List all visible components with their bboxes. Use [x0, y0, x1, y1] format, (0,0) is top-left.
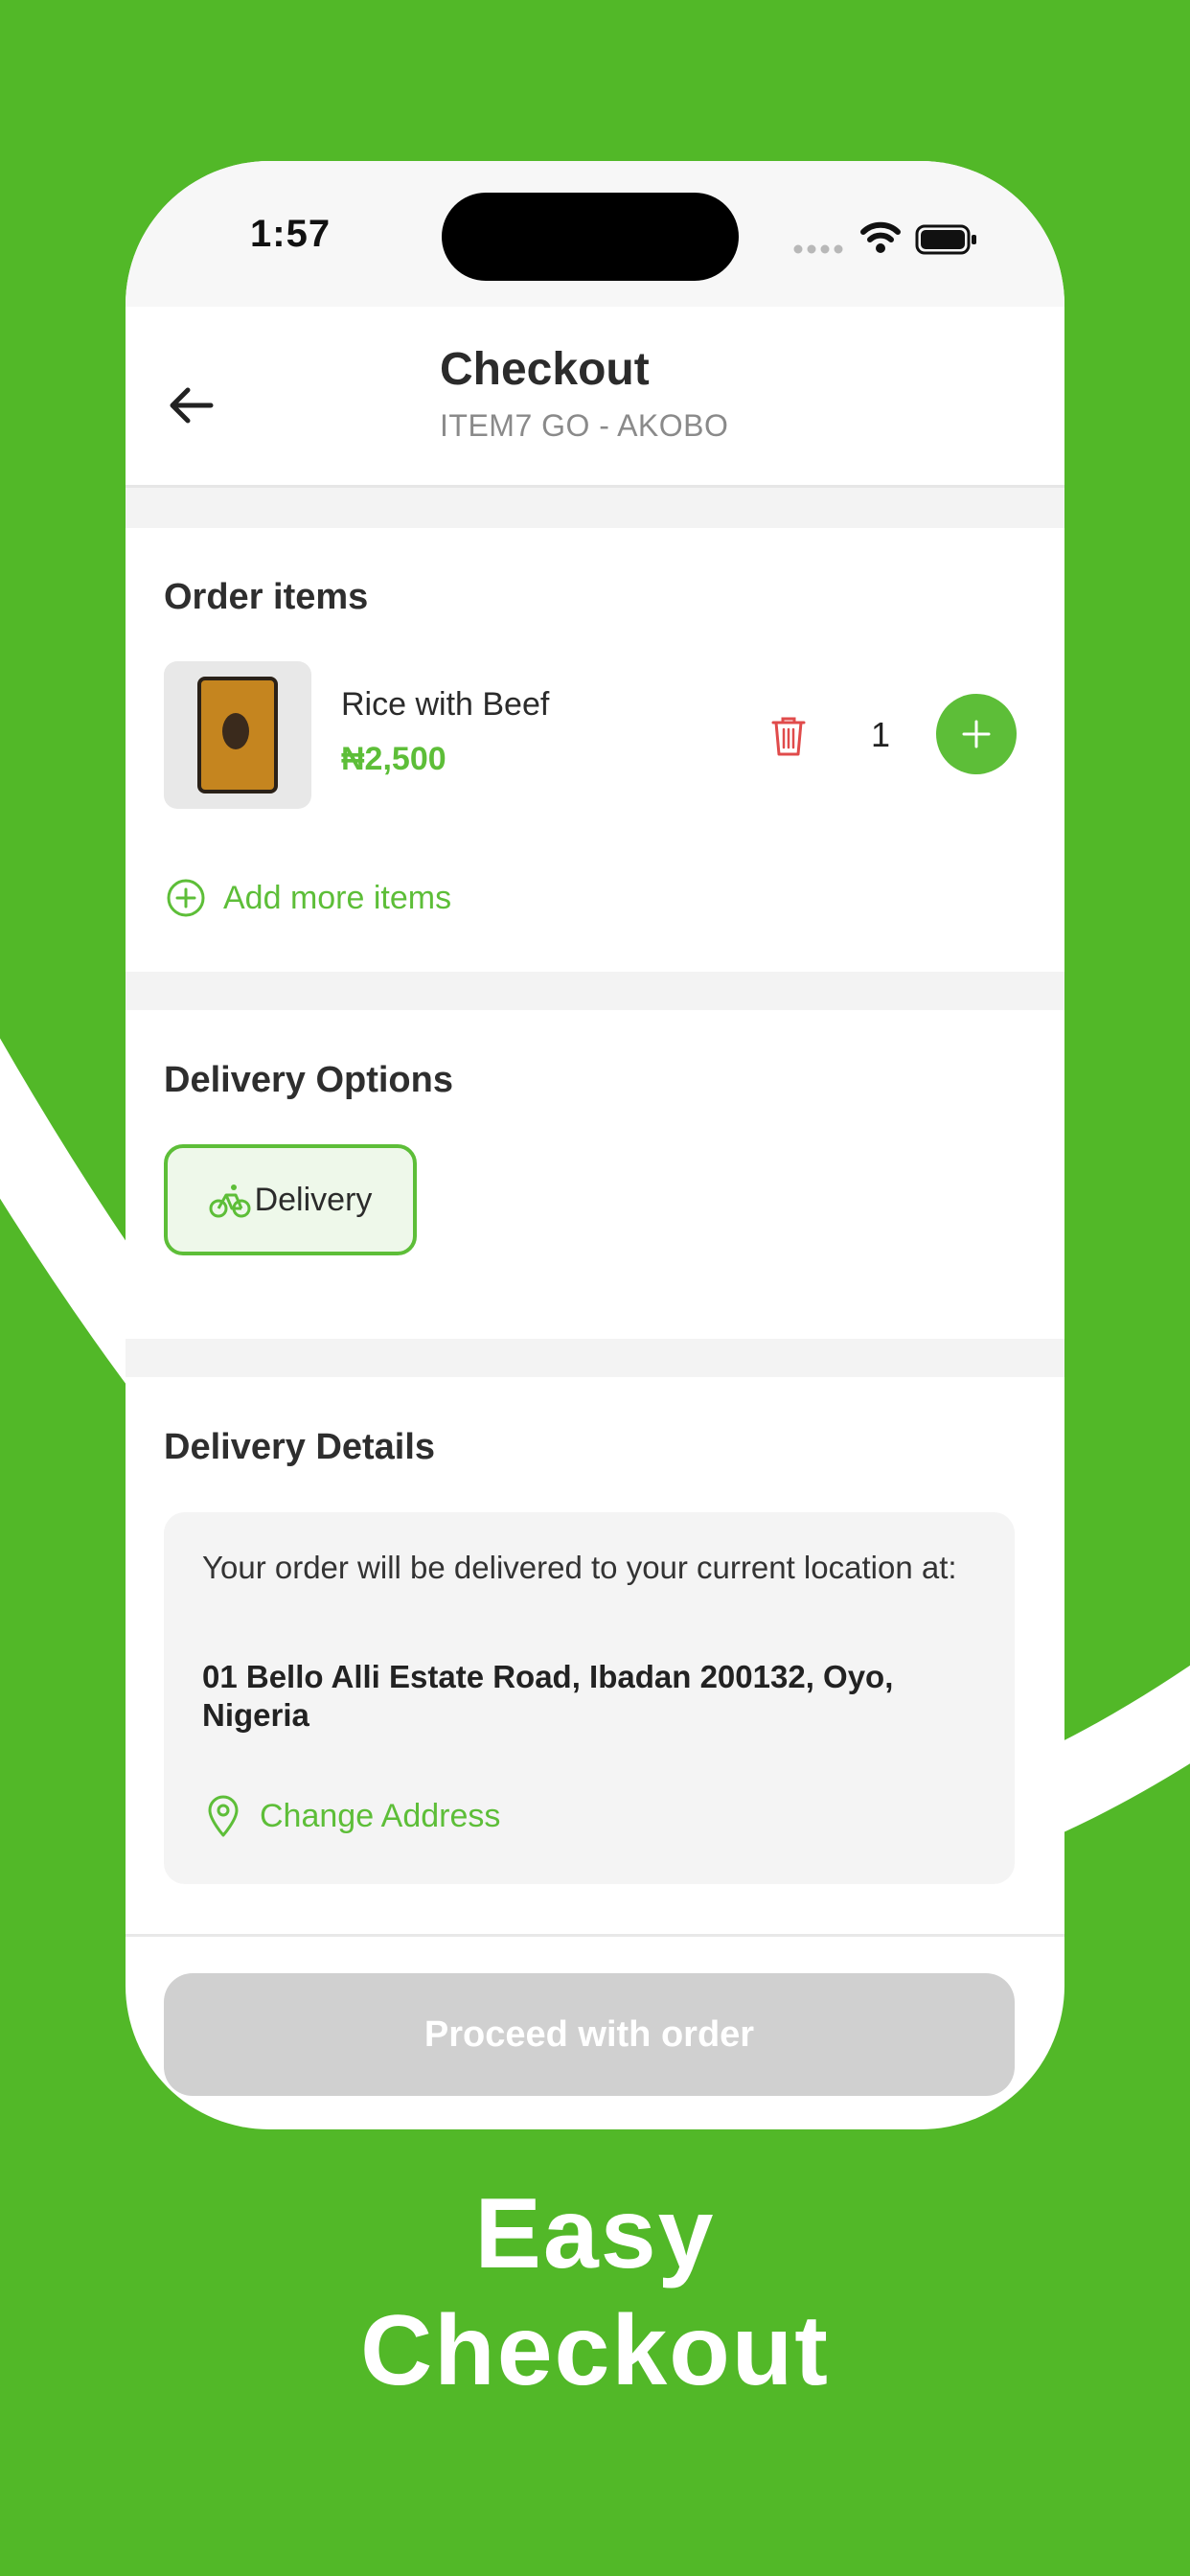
delivery-details-title: Delivery Details	[164, 1427, 436, 1467]
proceed-with-order-button[interactable]: Proceed with order	[164, 1973, 1015, 2096]
increase-quantity-button[interactable]	[936, 694, 1017, 774]
location-pin-icon	[208, 1795, 239, 1837]
section-gap	[126, 972, 1064, 1010]
signal-icon	[793, 244, 843, 254]
back-button[interactable]	[162, 377, 219, 434]
delete-item-button[interactable]	[766, 709, 812, 763]
status-bar: 1:57	[126, 161, 1064, 307]
arrow-left-icon	[170, 387, 214, 424]
restaurant-subtitle: ITEM7 GO - AKOBO	[440, 408, 729, 443]
delivery-address: 01 Bello Alli Estate Road, Ibadan 200132…	[202, 1659, 894, 1733]
promo-line-1: Easy	[474, 2178, 716, 2289]
order-items-title: Order items	[164, 577, 369, 617]
wifi-icon	[860, 221, 901, 253]
section-gap	[126, 488, 1064, 528]
item-name: Rice with Beef	[341, 686, 550, 723]
item-thumbnail	[164, 661, 311, 809]
add-more-items-label: Add more items	[223, 879, 452, 916]
change-address-button[interactable]: Change Address	[206, 1794, 500, 1838]
bicycle-icon	[209, 1184, 251, 1218]
delivery-option-chip[interactable]: Delivery	[164, 1144, 417, 1255]
food-image	[197, 677, 278, 794]
phone-frame: 1:57 Checkout ITEM7 GO - AKOBO Order ite…	[126, 161, 1064, 2129]
page-title: Checkout	[440, 344, 650, 395]
dynamic-island	[442, 193, 739, 281]
item-quantity: 1	[871, 715, 891, 754]
item-price: ₦2,500	[341, 741, 446, 777]
change-address-label: Change Address	[260, 1797, 501, 1834]
delivery-message: Your order will be delivered to your cur…	[202, 1550, 957, 1585]
promo-headline: Easy Checkout	[0, 2175, 1190, 2409]
status-time: 1:57	[250, 213, 332, 255]
plus-icon	[962, 720, 991, 748]
footer-divider	[126, 1934, 1064, 1937]
plus-circle-icon	[167, 879, 205, 917]
delivery-details-card: Your order will be delivered to your cur…	[164, 1512, 1015, 1884]
delivery-options-title: Delivery Options	[164, 1060, 453, 1100]
add-more-items-button[interactable]: Add more items	[166, 878, 451, 918]
promo-line-2: Checkout	[360, 2295, 830, 2406]
section-gap	[126, 1339, 1064, 1377]
delivery-option-label: Delivery	[254, 1181, 373, 1218]
battery-icon	[915, 224, 976, 255]
trash-icon	[771, 717, 806, 756]
